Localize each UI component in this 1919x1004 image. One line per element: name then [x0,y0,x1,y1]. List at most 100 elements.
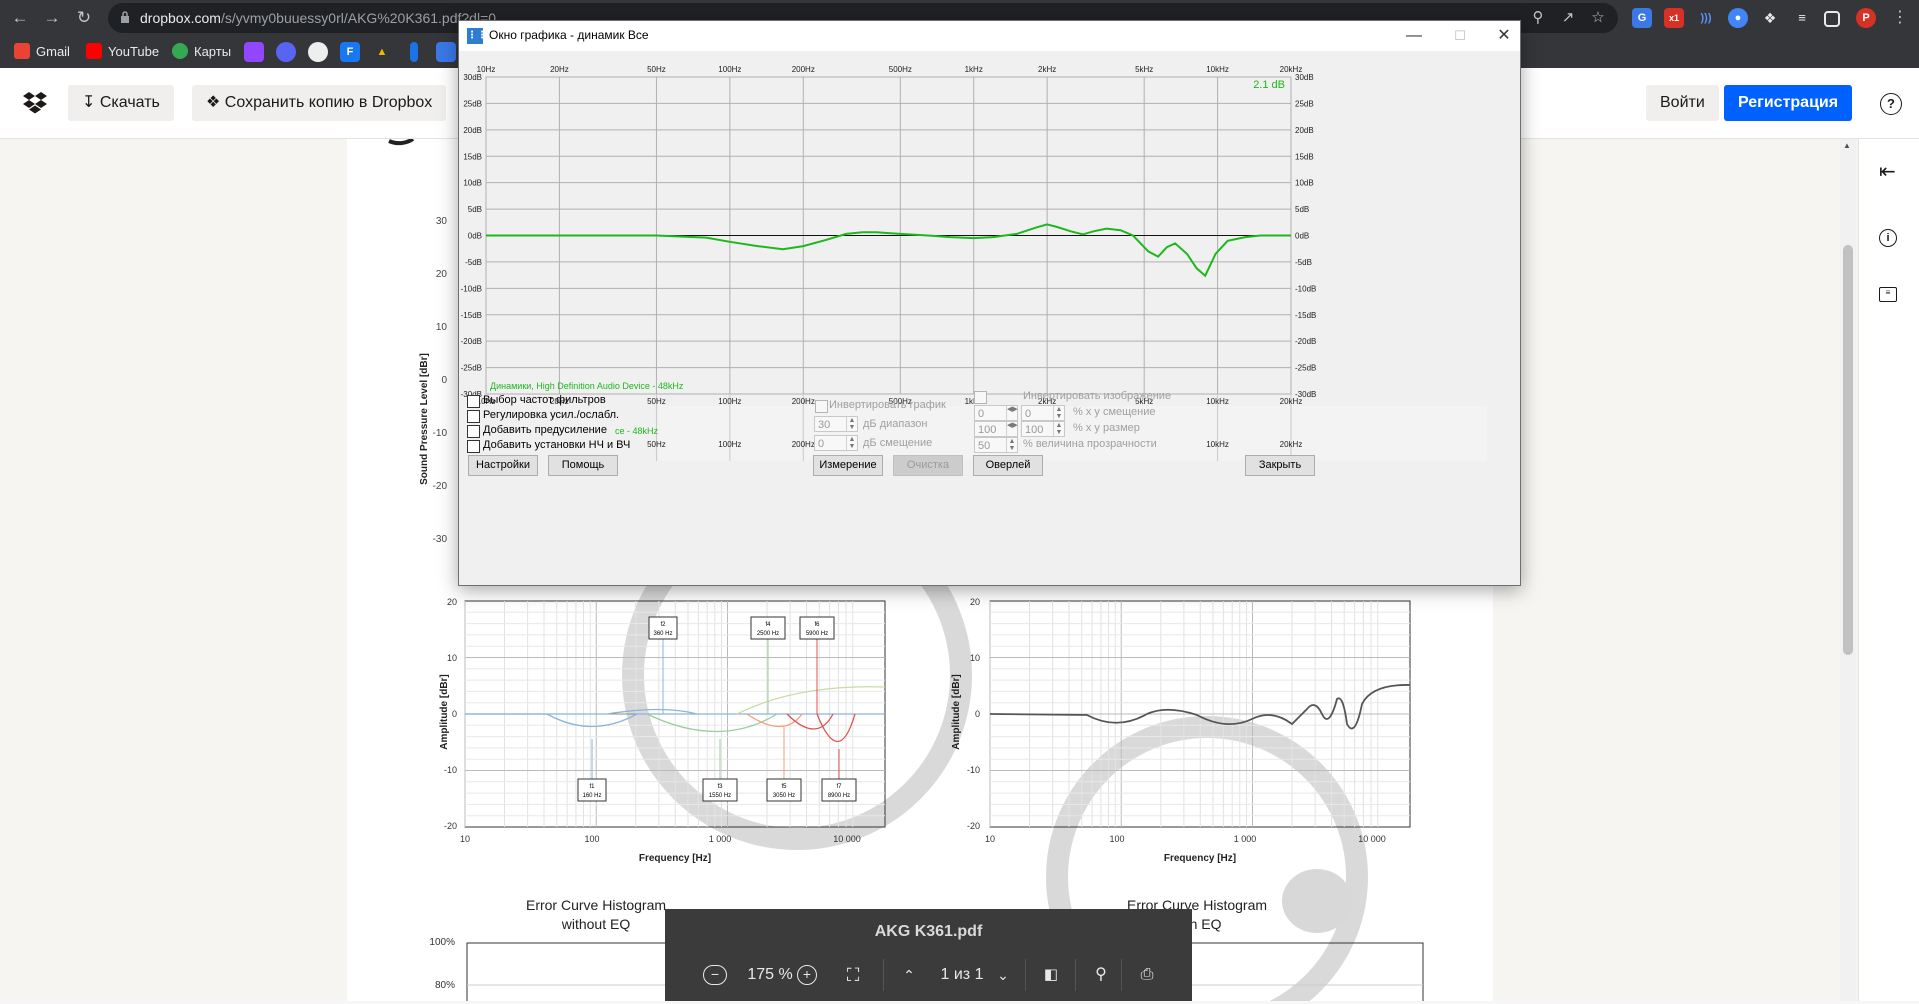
bookmark-maps[interactable]: Карты [172,42,231,62]
invert-graph-checkbox[interactable] [815,400,828,413]
discord-bookmark-icon[interactable] [276,42,296,62]
f-bookmark-icon[interactable]: F [340,42,360,62]
maximize-icon[interactable]: ☐ [1449,25,1471,47]
graph-window-titlebar[interactable]: ⋮⋮ Окно графика - динамик Все — ☐ ✕ [459,21,1520,51]
zoom-in-icon[interactable]: + [797,965,817,985]
profile-avatar[interactable]: P [1856,8,1876,28]
download-button[interactable]: ↧ Скачать [68,85,174,121]
comment-icon[interactable]: ≡ [1879,287,1897,302]
db-tick-right: 0dB [1295,232,1309,241]
eq-x-tick: 10 [985,834,995,844]
blue-bookmark-icon[interactable] [410,42,418,62]
minimize-icon[interactable]: — [1403,25,1425,47]
share-icon[interactable]: ↗ [1556,6,1580,30]
preamp-label: Добавить предусиление [483,424,607,436]
invert-image-checkbox[interactable] [974,391,987,404]
db-tick-right: -10dB [1295,284,1316,293]
back-icon[interactable]: ← [8,6,32,30]
top-y-tick: 20 [436,269,448,280]
freq-tick-bottom: 50Hz [647,397,666,406]
collapse-panel-icon[interactable]: ⇤ [1879,159,1896,184]
freq-tick-top: 200Hz [792,65,815,74]
filter-box-f5: f5 3050 Hz [766,778,802,802]
histogram-y-tick: 80% [435,980,455,991]
reload-icon[interactable]: ↻ [72,6,96,30]
filter-curve-f7 [816,713,856,743]
download-icon: ↧ [82,94,100,111]
translate-extension-icon[interactable]: G [1632,8,1652,28]
avatar-bookmark-icon[interactable] [308,42,328,62]
db-tick-left: -15dB [461,311,482,320]
ghost-freq-tick: 20kHz [1280,440,1303,449]
x1-extension-icon[interactable]: x1 [1664,8,1684,28]
close-button[interactable]: Закрыть [1245,455,1315,476]
eq-x-label: Frequency [Hz] [1164,853,1236,864]
eq-y-label: Amplitude [dBr] [951,674,962,750]
zoom-out-icon[interactable]: − [703,965,727,985]
zoom-level[interactable]: 175 % [735,963,805,987]
sound-extension-icon[interactable]: ))) [1696,8,1716,28]
clear-button[interactable]: Очистка [893,455,963,476]
settings-button[interactable]: Настройки [468,455,538,476]
signup-button[interactable]: Регистрация [1724,85,1853,121]
scrollbar-thumb[interactable] [1843,245,1853,655]
triangle-bookmark-icon[interactable]: ▲ [372,42,392,62]
bookmark-star-icon[interactable]: ☆ [1586,6,1610,30]
dropbox-logo-icon[interactable] [22,92,48,114]
db-range-spinner[interactable]: 30 ▲ ▼ [814,416,858,432]
eq-x-tick: 100 [1109,834,1124,844]
db-tick-right: -25dB [1295,364,1316,373]
menu-kebab-icon[interactable]: ⋮ [1888,6,1912,30]
bookmark-folder-icon[interactable] [436,42,456,62]
print-icon[interactable]: ⎙ [1135,963,1159,987]
size-x-spinner[interactable]: 100 ◀▶ [974,421,1018,437]
scroll-up-arrow-icon[interactable]: ▲ [1843,141,1851,150]
bass-treble-checkbox[interactable] [467,440,480,453]
filter-freq-checkbox[interactable] [467,395,480,408]
twitch-bookmark-icon[interactable] [244,42,264,62]
zoom-icon[interactable]: ⚲ [1526,6,1550,30]
bookmark-youtube[interactable]: YouTube [86,42,159,62]
measure-button[interactable]: Измерение [813,455,883,476]
help-icon[interactable]: ? [1880,93,1902,115]
eq-y-tick: 20 [970,597,980,607]
ghost-freq-tick: 200Hz [792,440,815,449]
db-tick-right: 15dB [1295,152,1314,161]
gain-adjust-checkbox[interactable] [467,410,480,423]
gain-adjust-label: Регулировка усил./ослабл. [483,409,620,421]
logo-fragment [388,137,415,146]
db-offset-spinner[interactable]: 0 ▲ ▼ [814,435,858,451]
sidebar-toggle-icon[interactable]: ◧ [1039,963,1063,987]
save-to-dropbox-button[interactable]: ❖ Сохранить копию в Dropbox [192,85,447,121]
close-window-icon[interactable]: ✕ [1493,25,1515,47]
prev-page-icon[interactable]: ⌃ [897,963,921,987]
bookmark-gmail[interactable]: Gmail [14,42,70,62]
watermark-figure [1282,869,1352,933]
side-panel-icon[interactable] [1824,11,1840,27]
login-button[interactable]: Войти [1646,85,1719,121]
db-tick-left: 15dB [463,152,482,161]
offset-x-spinner[interactable]: 0 ◀▶ [974,405,1018,421]
forward-icon[interactable]: → [40,6,64,30]
search-icon[interactable]: ⚲ [1089,963,1113,987]
size-y-spinner[interactable]: 100 ▲ ▼ [1021,421,1065,437]
dropbox-small-icon: ❖ [206,94,225,111]
eq-x-tick: 10 000 [1358,834,1386,844]
db-tick-left: -25dB [461,364,482,373]
search-extension-icon[interactable]: ● [1728,8,1748,28]
opacity-spinner[interactable]: 50 ▲ ▼ [974,437,1018,453]
next-page-icon[interactable]: ⌄ [991,963,1015,987]
fullscreen-icon[interactable]: ⛶ [841,963,865,987]
overlay-button[interactable]: Оверлей [973,455,1043,476]
help-button[interactable]: Помощь [548,455,618,476]
top-y-tick: -30 [433,534,448,545]
info-icon[interactable]: i [1879,229,1897,247]
equalizer-app-icon: ⋮⋮ [467,28,487,44]
extensions-puzzle-icon[interactable]: ❖ [1760,8,1780,28]
svg-text:f6: f6 [814,622,820,628]
offset-y-spinner[interactable]: 0 ▲ ▼ [1021,405,1065,421]
preamp-checkbox[interactable] [467,425,480,438]
media-queue-icon[interactable]: ≡ [1792,8,1812,28]
size-label: % x y размер [1073,422,1140,434]
filters-y-tick: -20 [444,821,457,831]
